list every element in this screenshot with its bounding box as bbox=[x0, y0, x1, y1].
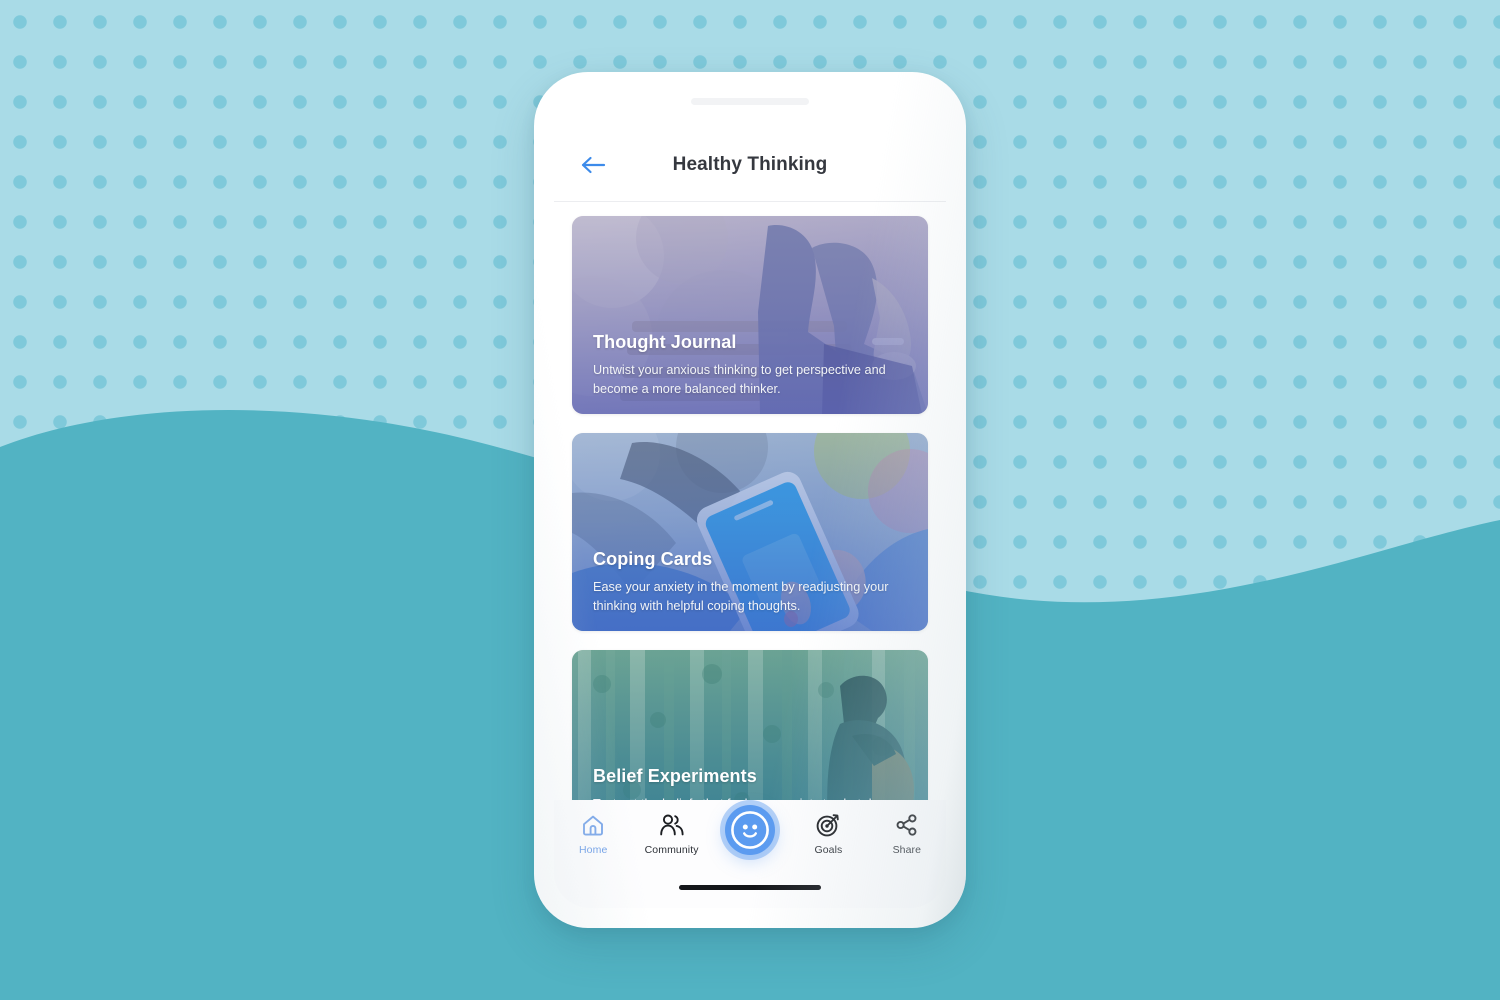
card-coping-cards[interactable]: Coping Cards Ease your anxiety in the mo… bbox=[572, 433, 928, 631]
nav-item-goals[interactable]: Goals bbox=[789, 812, 867, 856]
card-title: Coping Cards bbox=[593, 549, 713, 570]
nav-label-goals: Goals bbox=[814, 844, 843, 856]
nav-label-share: Share bbox=[892, 844, 922, 856]
nav-item-share[interactable]: Share bbox=[868, 812, 946, 856]
back-button[interactable] bbox=[576, 148, 610, 182]
card-title: Thought Journal bbox=[593, 332, 737, 353]
card-thought-journal[interactable]: Thought Journal Untwist your anxious thi… bbox=[572, 216, 928, 414]
page-title: Healthy Thinking bbox=[672, 153, 828, 175]
mood-button[interactable] bbox=[725, 805, 776, 855]
target-icon bbox=[816, 812, 841, 837]
card-text-block: Thought Journal Untwist your anxious thi… bbox=[593, 332, 910, 398]
nav-item-home[interactable]: Home bbox=[554, 812, 632, 856]
phone-mockup: Healthy Thinking Thought Journal Untwist… bbox=[534, 72, 966, 928]
nav-label-community: Community bbox=[644, 844, 699, 856]
phone-screen: Healthy Thinking Thought Journal Untwist… bbox=[554, 128, 946, 908]
arrow-left-icon bbox=[581, 156, 606, 173]
home-icon bbox=[581, 812, 605, 837]
healthy-thinking-card-list: Thought Journal Untwist your anxious thi… bbox=[554, 202, 946, 848]
smiley-face-icon bbox=[731, 811, 769, 849]
nav-item-mood-check-in[interactable] bbox=[711, 805, 789, 855]
card-description: Untwist your anxious thinking to get per… bbox=[593, 363, 886, 396]
phone-speaker-grille bbox=[691, 98, 809, 105]
bottom-navigation-bar: Home Community Goals Share bbox=[554, 800, 946, 908]
people-icon bbox=[659, 812, 685, 837]
nav-label-home: Home bbox=[578, 844, 608, 856]
card-text-block: Coping Cards Ease your anxiety in the mo… bbox=[593, 549, 910, 615]
card-description: Ease your anxiety in the moment by readj… bbox=[593, 580, 889, 613]
home-indicator[interactable] bbox=[679, 885, 821, 890]
card-title: Belief Experiments bbox=[593, 766, 757, 787]
nav-item-community[interactable]: Community bbox=[632, 812, 710, 856]
app-bar: Healthy Thinking bbox=[554, 128, 946, 202]
share-icon bbox=[895, 812, 919, 837]
